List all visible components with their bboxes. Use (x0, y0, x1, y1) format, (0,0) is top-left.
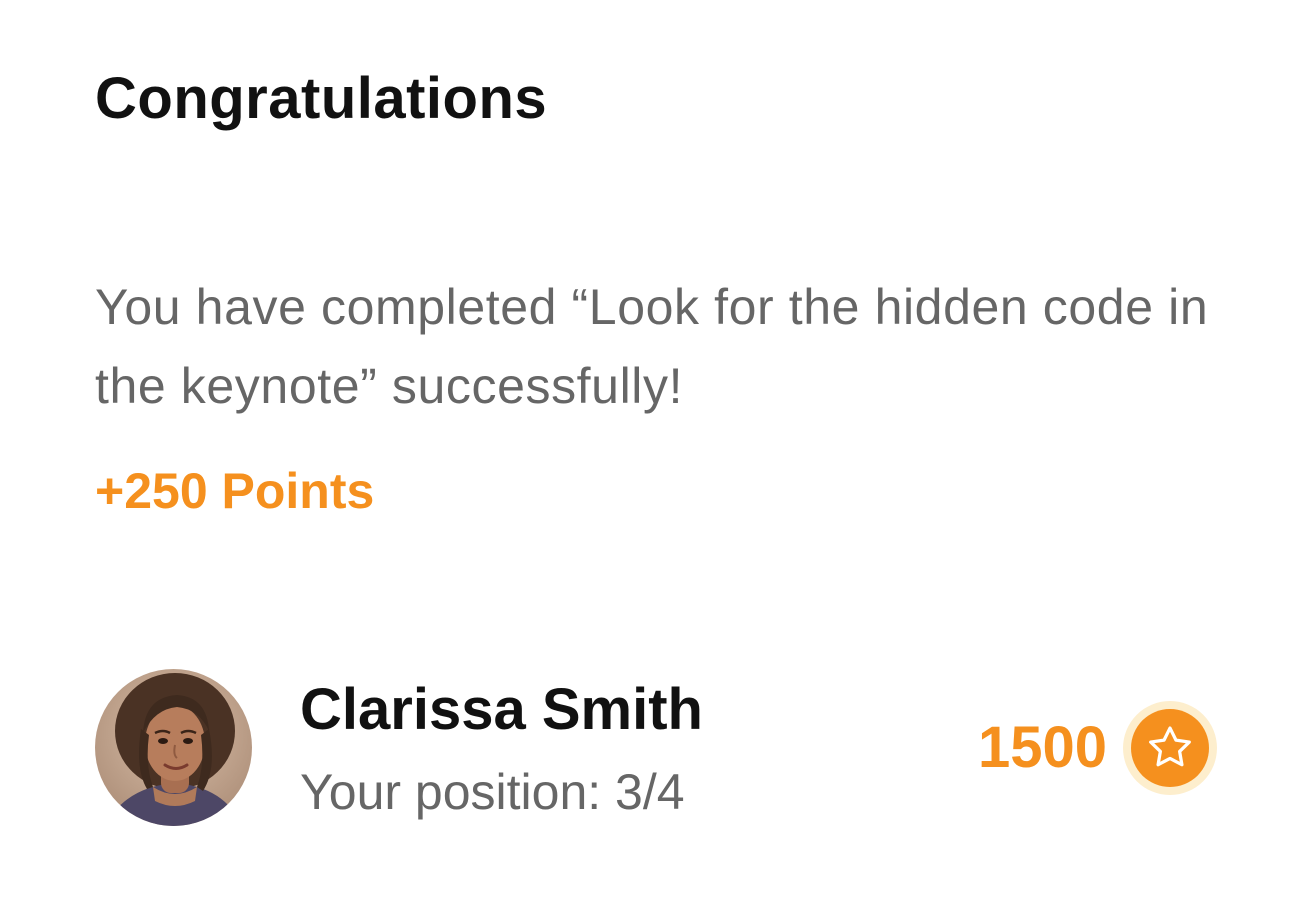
user-position: Your position: 3/4 (300, 764, 685, 820)
score-display: 1500 (978, 701, 1217, 795)
points-earned: +250 Points (95, 463, 375, 519)
star-badge (1123, 701, 1217, 795)
score-value: 1500 (977, 715, 1107, 780)
user-summary: Clarissa Smith Your position: 3/4 1500 (95, 669, 1217, 827)
user-name: Clarissa Smith (300, 677, 703, 742)
congratulations-card: Congratulations You have completed “Look… (0, 0, 1312, 898)
completion-message: You have completed “Look for the hidden … (95, 279, 1209, 414)
page-title: Congratulations (95, 66, 548, 131)
avatar (95, 669, 252, 826)
avatar-photo (95, 669, 252, 826)
star-icon (1131, 709, 1209, 787)
